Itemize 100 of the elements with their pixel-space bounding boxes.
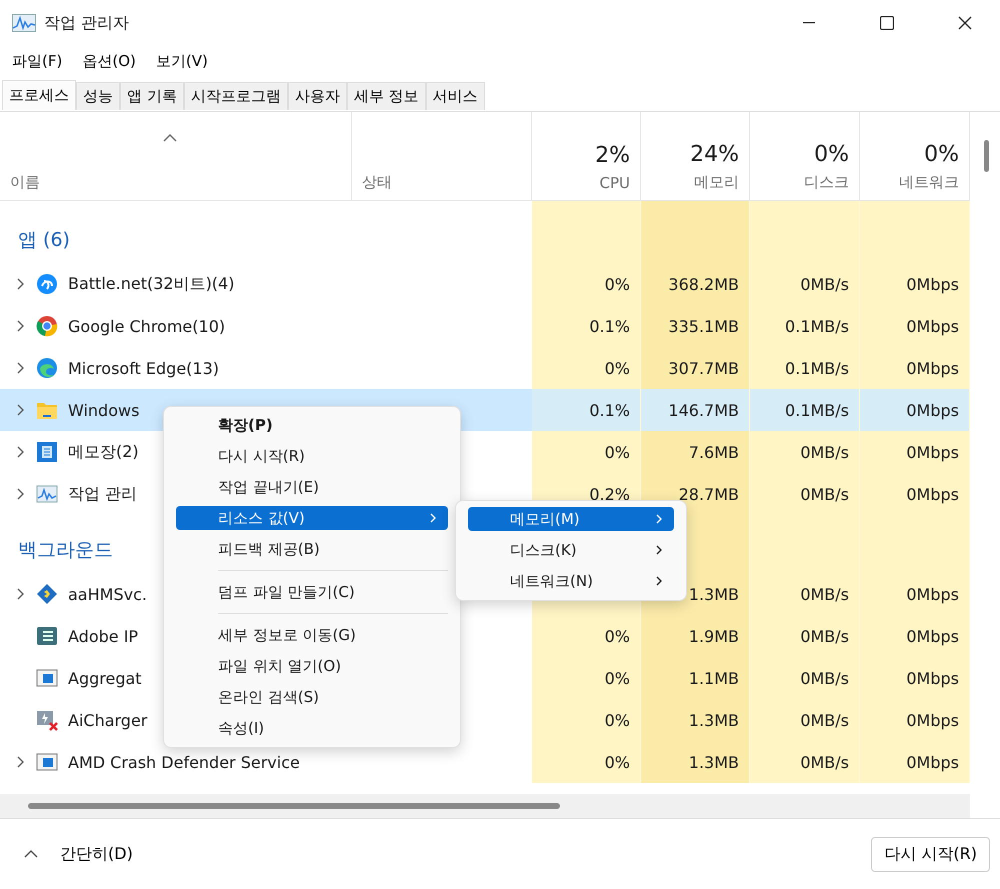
tab[interactable]: 세부 정보 [346, 82, 426, 110]
table-cell: 0.1MB/s [750, 305, 860, 347]
menu-item[interactable]: 디스크(K) [468, 538, 674, 562]
table-cell: 0% [532, 615, 641, 657]
table-cell: 7.6MB [641, 431, 750, 473]
table-cell: 1.9MB [641, 615, 750, 657]
tab[interactable]: 성능 [76, 82, 120, 110]
monitor-icon [36, 709, 58, 731]
column-label: 이름 [10, 173, 40, 192]
chart-icon [12, 14, 36, 32]
process-name: Microsoft Edge(13) [68, 358, 220, 378]
notepad-icon [36, 441, 58, 463]
table-cell: 0% [532, 347, 641, 389]
table-cell: 335.1MB [641, 305, 750, 347]
table-cell: 307.7MB [641, 347, 750, 389]
maximize-icon [880, 16, 894, 30]
restart-button[interactable]: 다시 시작(R) [871, 836, 990, 872]
menu-item[interactable]: 메모리(M) [468, 507, 674, 531]
table-cell: 0.1MB/s [750, 389, 860, 431]
table-cell: 0Mbps [860, 347, 970, 389]
tab[interactable]: 사용자 [288, 82, 347, 110]
diamond-icon [36, 583, 58, 605]
column-percent: 0% [814, 142, 849, 167]
process-name: AMD Crash Defender Service [68, 752, 300, 772]
group-title: 앱 (6) [18, 228, 70, 253]
table-cell: 146.7MB [641, 389, 750, 431]
process-name: Adobe IP [68, 626, 138, 646]
table-cell: 1.3MB [641, 741, 750, 783]
table-cell: 0MB/s [750, 699, 860, 741]
table-cell: 0% [532, 657, 641, 699]
window-icon [36, 751, 58, 773]
wave-icon [36, 357, 58, 379]
menu-item[interactable]: 다시 시작(R) [176, 444, 448, 468]
window-title: 작업 관리자 [44, 12, 130, 34]
scrollbar-thumb[interactable] [28, 803, 560, 809]
table-cell: 0.1% [532, 305, 641, 347]
swirl-icon [36, 273, 58, 295]
menu-item[interactable]: 파일(F) [4, 50, 70, 72]
collapse-toggle[interactable]: 간단히(D) [18, 842, 139, 866]
column-percent: 0% [924, 142, 959, 167]
menu-item[interactable]: 옵션(O) [74, 50, 144, 72]
process-name: AiCharger [68, 710, 148, 730]
menu-item[interactable]: 보기(V) [148, 50, 216, 72]
table-cell: 0Mbps [860, 573, 970, 615]
column-label: 메모리 [694, 173, 739, 192]
process-name: Aggregat [68, 668, 142, 688]
column-label: CPU [600, 174, 630, 192]
menu-item[interactable]: 리소스 값(V) [176, 506, 448, 530]
table-cell: 0MB/s [750, 573, 860, 615]
tab[interactable]: 앱 기록 [120, 82, 184, 110]
tab[interactable]: 서비스 [426, 82, 485, 110]
table-cell: 0Mbps [860, 389, 970, 431]
table-cell: 1.1MB [641, 657, 750, 699]
menu-item[interactable]: 속성(I) [176, 716, 448, 740]
table-cell: 0Mbps [860, 263, 970, 305]
group-title: 백그라운드 [18, 538, 113, 563]
table-cell: 0MB/s [750, 615, 860, 657]
process-name: 작업 관리 [68, 484, 138, 504]
process-name: 메모장(2) [68, 442, 139, 462]
menu-item[interactable]: 온라인 검색(S) [176, 685, 448, 709]
table-cell: 0% [532, 431, 641, 473]
tab[interactable]: 시작프로그램 [184, 82, 288, 110]
table-cell: 0Mbps [860, 473, 970, 515]
menu-item[interactable]: 작업 끝내기(E) [176, 475, 448, 499]
table-cell: 0% [532, 699, 641, 741]
table-cell: 0MB/s [750, 473, 860, 515]
table-cell: 0Mbps [860, 431, 970, 473]
table-cell: 368.2MB [641, 263, 750, 305]
column-percent: 24% [690, 142, 739, 167]
menu-item[interactable]: 피드백 제공(B) [176, 537, 448, 561]
table-cell: 0% [532, 741, 641, 783]
table-cell: 1.3MB [641, 699, 750, 741]
menu-item[interactable]: 세부 정보로 이동(G) [176, 623, 448, 647]
process-name: Windows [68, 400, 140, 420]
table-cell: 0Mbps [860, 699, 970, 741]
table-cell: 0MB/s [750, 741, 860, 783]
column-label: 상태 [362, 173, 392, 192]
process-name: Google Chrome(10) [68, 316, 226, 336]
table-cell: 0.1% [532, 389, 641, 431]
scrollbar-thumb[interactable] [984, 140, 989, 172]
table-cell: 0.1MB/s [750, 347, 860, 389]
table-cell: 0Mbps [860, 615, 970, 657]
column-percent: 2% [595, 143, 630, 168]
menu-item[interactable]: 파일 위치 열기(O) [176, 654, 448, 678]
process-name: aaHMSvc. [68, 584, 147, 604]
column-label: 디스크 [804, 173, 849, 192]
circle-icon [36, 315, 58, 337]
menu-item[interactable]: 덤프 파일 만들기(C) [176, 580, 448, 604]
minimize-icon [803, 22, 815, 24]
tab[interactable]: 프로세스 [2, 80, 76, 110]
process-name: Battle.net(32비트)(4) [68, 274, 234, 294]
table-cell: 0MB/s [750, 657, 860, 699]
table-cell: 0Mbps [860, 741, 970, 783]
column-label: 네트워크 [899, 173, 959, 192]
chevron-up-icon [24, 850, 38, 858]
close-icon [958, 16, 972, 30]
window-icon [36, 667, 58, 689]
table-cell: 0Mbps [860, 305, 970, 347]
table-cell: 0MB/s [750, 263, 860, 305]
table-cell: 0Mbps [860, 657, 970, 699]
